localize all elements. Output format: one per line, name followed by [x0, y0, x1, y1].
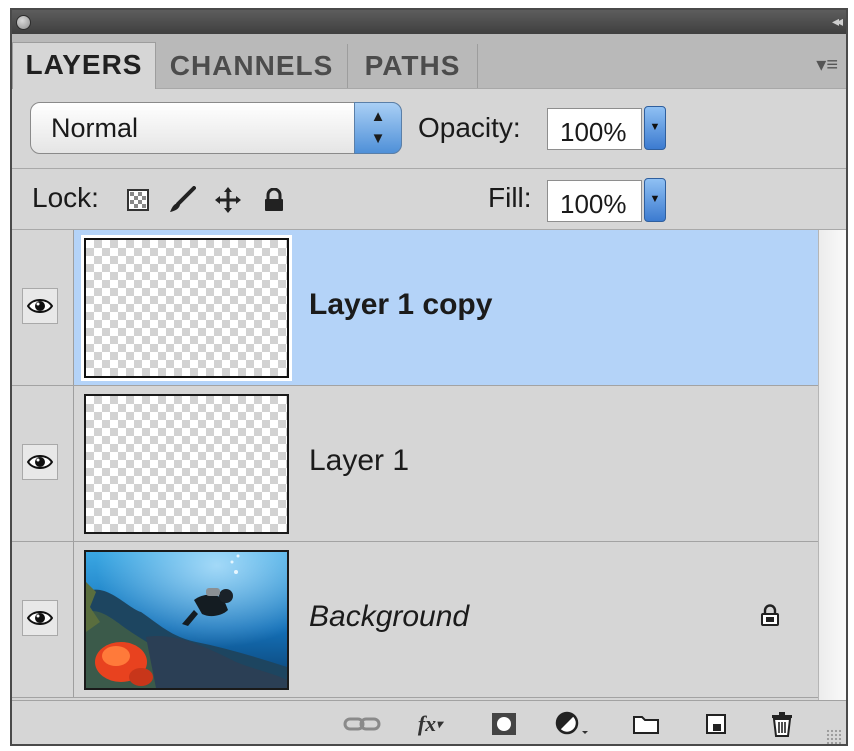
- panel-menu-icon[interactable]: ▾≡: [816, 52, 838, 77]
- tab-layers[interactable]: LAYERS: [12, 42, 156, 89]
- lock-transparent-pixels-icon[interactable]: [124, 186, 152, 214]
- layer-row[interactable]: Layer 1 copy: [12, 230, 818, 386]
- visibility-column: [12, 230, 74, 385]
- layer-row[interactable]: Background: [12, 542, 818, 698]
- layer-row[interactable]: Layer 1: [12, 386, 818, 542]
- tab-paths[interactable]: PATHS: [348, 44, 478, 88]
- delete-layer-icon[interactable]: [764, 709, 800, 739]
- resize-grip-icon[interactable]: [826, 729, 842, 744]
- layer-thumbnail[interactable]: [81, 235, 292, 381]
- tab-channels[interactable]: CHANNELS: [156, 44, 348, 88]
- panel-title-bar[interactable]: ◂◂: [12, 10, 846, 34]
- lock-image-pixels-icon[interactable]: [168, 186, 196, 214]
- opacity-label: Opacity:: [418, 112, 521, 143]
- layer-thumbnail[interactable]: [84, 394, 289, 534]
- divider: [12, 168, 846, 169]
- visibility-column: [12, 542, 74, 697]
- collapse-icon[interactable]: ◂◂: [832, 13, 843, 30]
- link-layers-icon[interactable]: [340, 709, 384, 739]
- layer-lock-icon: [760, 604, 780, 631]
- layer-name[interactable]: Background: [309, 600, 469, 634]
- fill-dropdown-icon[interactable]: ▼: [644, 178, 666, 222]
- opacity-dropdown-icon[interactable]: ▼: [644, 106, 666, 150]
- visibility-column: [12, 386, 74, 541]
- new-layer-icon[interactable]: [698, 709, 734, 739]
- scrollbar[interactable]: [818, 230, 846, 700]
- close-icon[interactable]: [16, 15, 31, 30]
- blend-mode-value: Normal: [51, 113, 139, 143]
- layer-name[interactable]: Layer 1: [309, 444, 409, 478]
- opacity-field[interactable]: 100%: [547, 108, 642, 150]
- eye-icon[interactable]: [22, 444, 58, 480]
- eye-icon[interactable]: [22, 288, 58, 324]
- panel-tab-row: LAYERS CHANNELS PATHS ▾≡: [12, 34, 846, 89]
- layers-bottom-bar: fx ▾: [12, 700, 846, 744]
- underwater-photo-thumbnail[interactable]: [84, 550, 289, 690]
- layer-mask-icon[interactable]: [486, 709, 522, 739]
- eye-icon[interactable]: [22, 600, 58, 636]
- lock-all-icon[interactable]: [260, 186, 288, 214]
- layers-list: Layer 1 copy Layer 1 Background: [12, 230, 818, 700]
- fill-label: Fill:: [488, 182, 532, 213]
- new-group-icon[interactable]: [628, 709, 664, 739]
- layer-name[interactable]: Layer 1 copy: [309, 288, 492, 322]
- adjustment-layer-icon[interactable]: [554, 709, 590, 739]
- fill-field[interactable]: 100%: [547, 180, 642, 222]
- lock-label: Lock:: [32, 182, 99, 213]
- lock-position-icon[interactable]: [214, 186, 242, 214]
- layer-style-icon[interactable]: fx ▾: [412, 709, 448, 739]
- layers-panel: ◂◂ LAYERS CHANNELS PATHS ▾≡ Normal ▲ ▼ Op…: [10, 8, 848, 746]
- updown-arrows-icon[interactable]: ▲ ▼: [354, 102, 402, 154]
- blend-mode-select[interactable]: Normal ▲ ▼: [30, 102, 402, 154]
